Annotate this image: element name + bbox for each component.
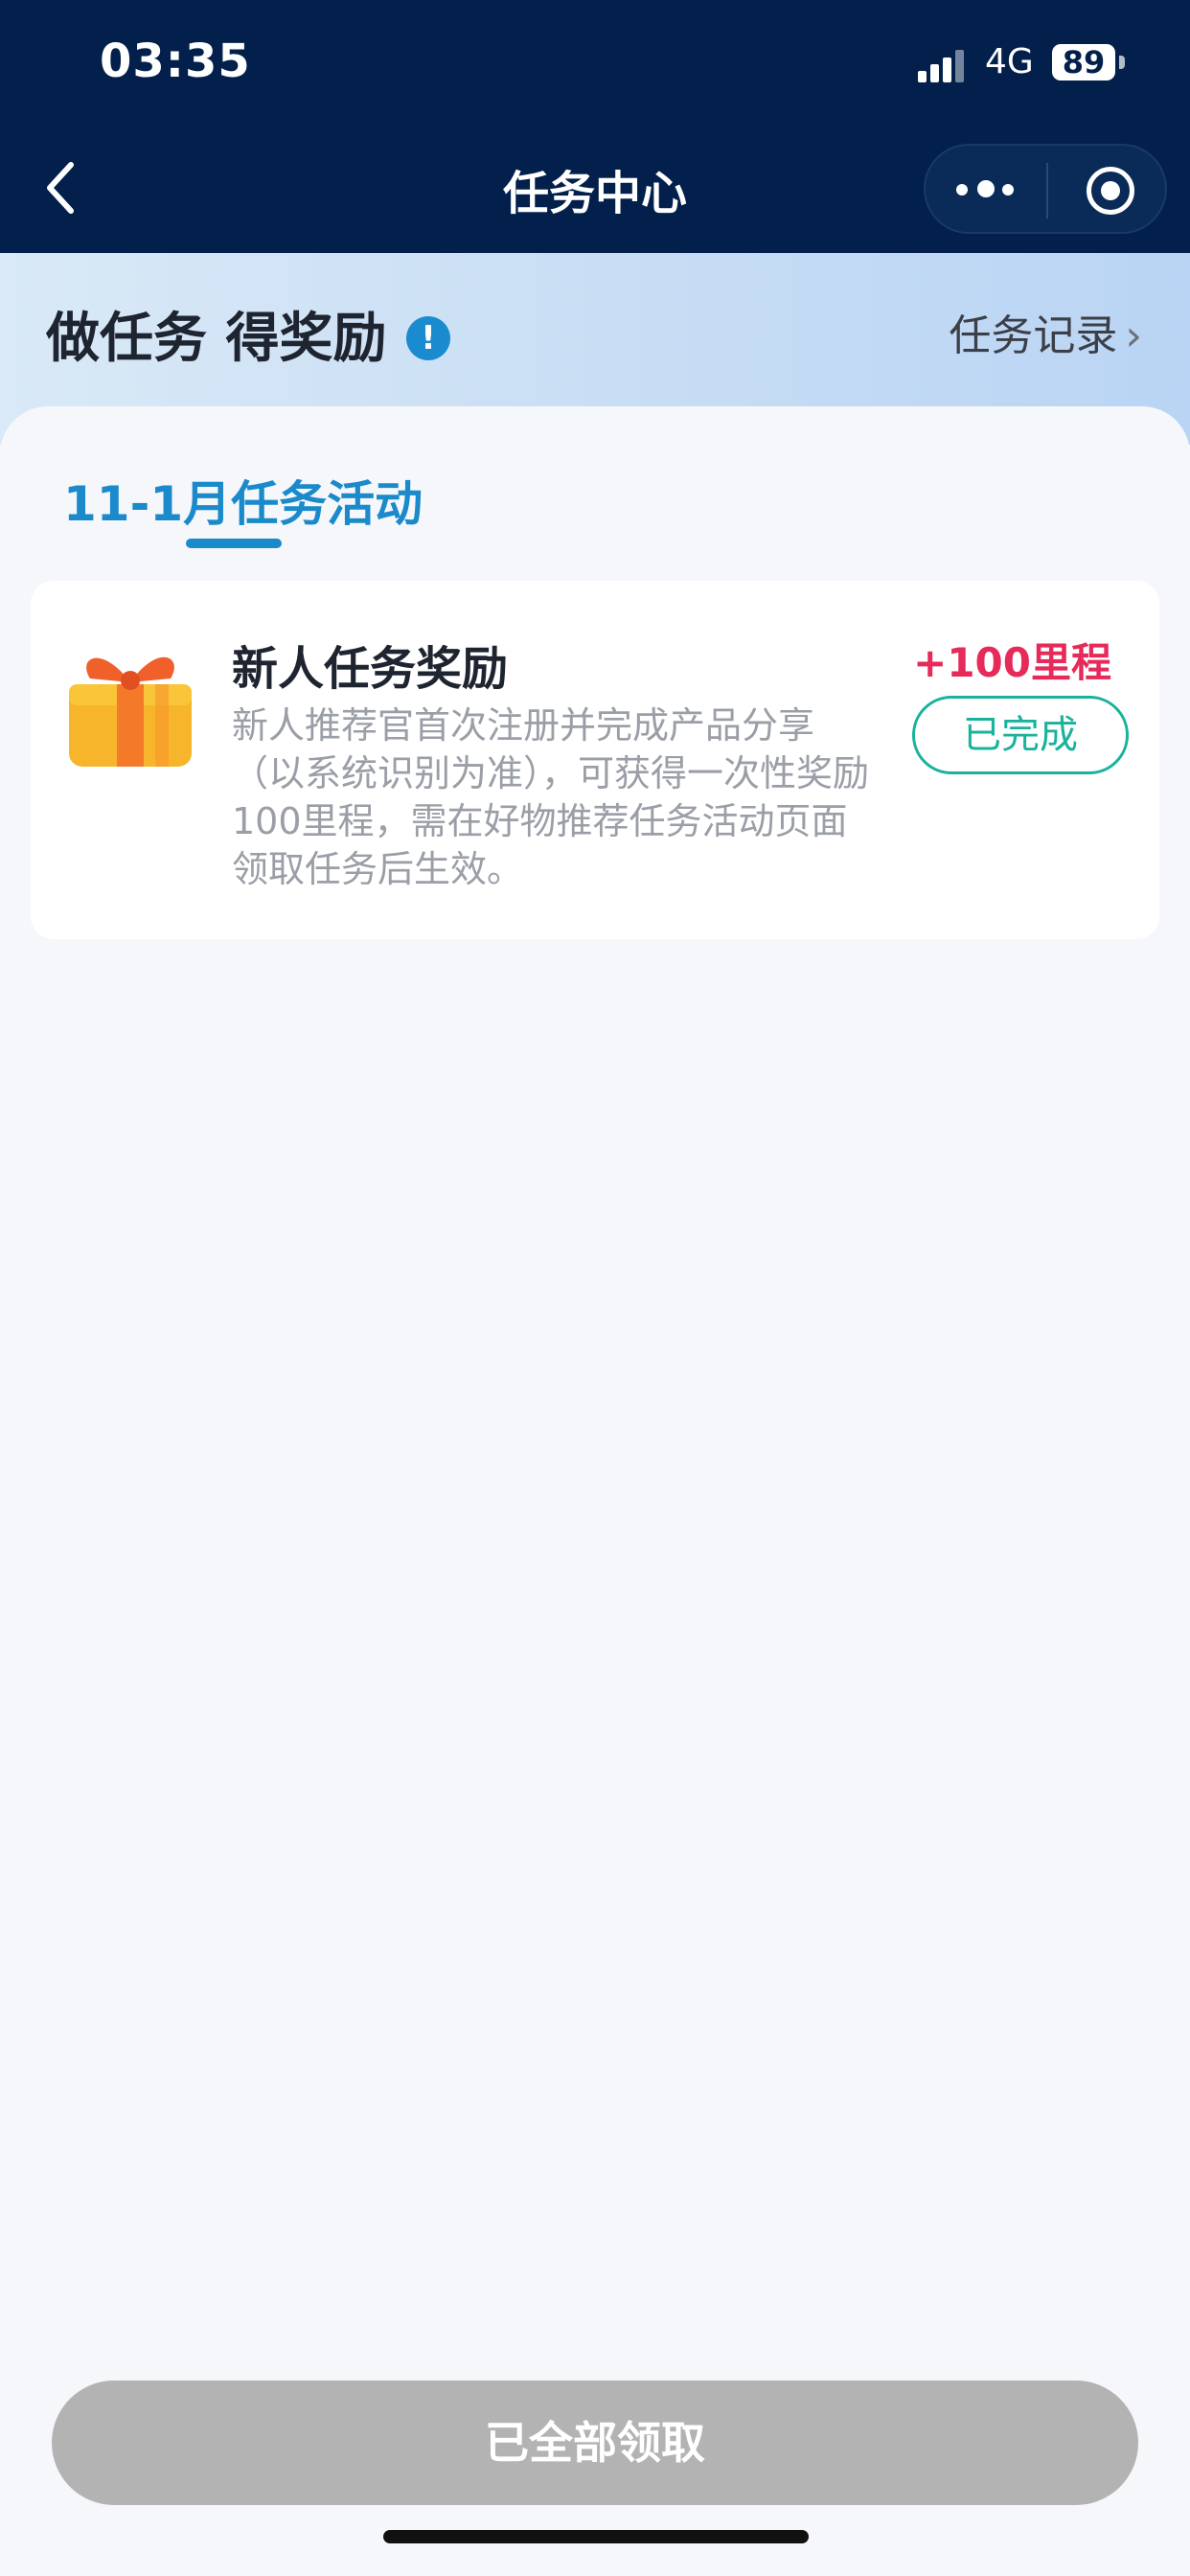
banner-title: 做任务 得奖励 [46,308,387,370]
battery-tip [1119,56,1125,69]
close-target-icon[interactable] [1087,167,1134,215]
info-icon[interactable]: ! [406,316,450,360]
battery-icon: 89 [1052,44,1115,80]
gift-icon [69,656,192,767]
tab-active-indicator [186,539,282,548]
signal-icon [918,50,966,82]
task-records-label: 任务记录 [949,311,1118,360]
chevron-right-icon: › [1125,311,1142,360]
capsule-divider [1046,163,1048,218]
top-bar: 03:35 4G 89 任务中心 [0,0,1190,253]
tab-task-activity[interactable]: 11-1月任务活动 [63,466,423,535]
task-title: 新人任务奖励 [232,642,509,696]
task-card: 新人任务奖励 新人推荐官首次注册并完成产品分享（以系统识别为准），可获得一次性奖… [31,581,1159,939]
mini-program-capsule [924,144,1167,234]
claim-all-button[interactable]: 已全部领取 [52,2380,1138,2505]
task-reward: +100里程 [913,639,1111,686]
more-icon[interactable] [956,180,1018,199]
home-indicator [383,2530,809,2543]
task-description: 新人推荐官首次注册并完成产品分享（以系统识别为准），可获得一次性奖励100里程，… [232,704,870,890]
main-sheet: 11-1月任务活动 新人任务奖励 新人推荐官首次注册并完成产品分享（以系统识别为… [0,406,1190,2576]
status-time: 03:35 [100,34,251,88]
task-records-link[interactable]: 任务记录 › [949,301,1142,362]
network-type: 4G [985,42,1034,81]
task-completed-button[interactable]: 已完成 [912,696,1129,774]
